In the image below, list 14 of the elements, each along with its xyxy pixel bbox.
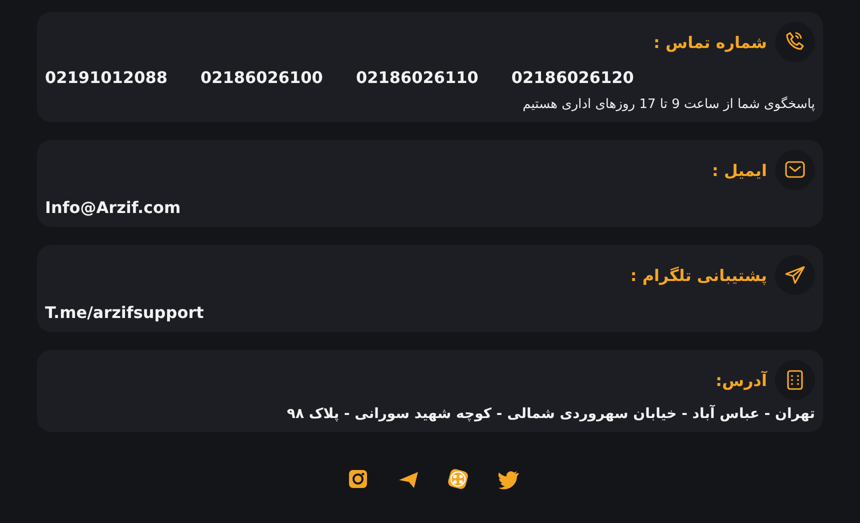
section-title: ایمیل : bbox=[712, 160, 767, 180]
film-reel-icon[interactable] bbox=[447, 468, 469, 490]
telegram-link[interactable]: T.me/arzifsupport bbox=[45, 303, 204, 322]
phone-number: 02186026100 bbox=[200, 68, 323, 87]
section-title: آدرس: bbox=[716, 370, 767, 390]
section-title: شماره تماس : bbox=[654, 32, 767, 52]
phone-number: 02191012088 bbox=[45, 68, 168, 87]
address-text: تهران - عباس آباد - خیابان سهروردی شمالی - کوچه شهید سورانی - پلاک ۹۸ bbox=[286, 406, 815, 422]
section-title: پشتیبانی تلگرام : bbox=[630, 266, 767, 284]
hours-note: پاسخگوی شما از ساعت 9 تا 17 روزهای اداری هستیم bbox=[522, 97, 815, 112]
phone-number: 02186026120 bbox=[511, 68, 634, 87]
phone-number: 02186026110 bbox=[356, 68, 478, 87]
email-link[interactable]: Info@Arzif.com bbox=[45, 198, 181, 217]
instagram-icon[interactable] bbox=[347, 468, 369, 490]
